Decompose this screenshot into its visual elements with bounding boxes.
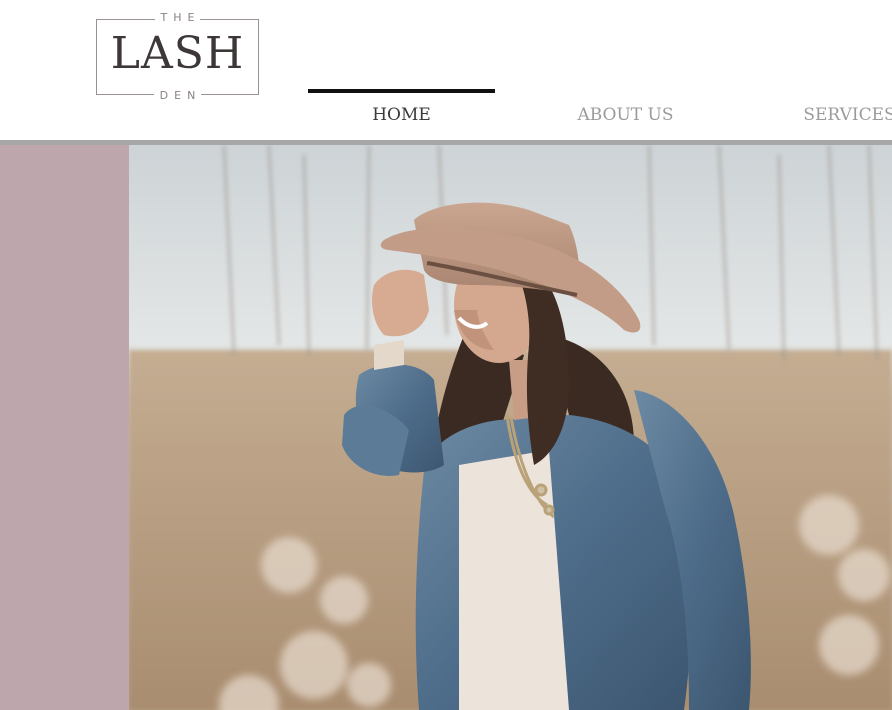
nav-item-about-us[interactable]: ABOUT US [532, 89, 719, 133]
nav-item-label: ABOUT US [577, 105, 674, 125]
logo-main-text: LASH [110, 28, 245, 79]
site-header: THE LASH DEN HOME ABOUT US SERVICES [0, 0, 892, 140]
hero-photo-illustration [129, 145, 892, 710]
accent-side-panel [0, 145, 129, 710]
nav-item-label: HOME [372, 105, 431, 125]
nav-item-label: SERVICES [803, 105, 892, 125]
logo-top-text: THE [154, 11, 201, 24]
lash-den-logo[interactable]: THE LASH DEN [96, 11, 259, 102]
active-indicator [308, 89, 495, 93]
hero-image [129, 145, 892, 710]
logo-bottom-text: DEN [153, 89, 202, 102]
nav-item-services[interactable]: SERVICES [756, 89, 892, 133]
main-nav: HOME ABOUT US SERVICES [308, 89, 892, 133]
nav-item-home[interactable]: HOME [308, 89, 495, 133]
